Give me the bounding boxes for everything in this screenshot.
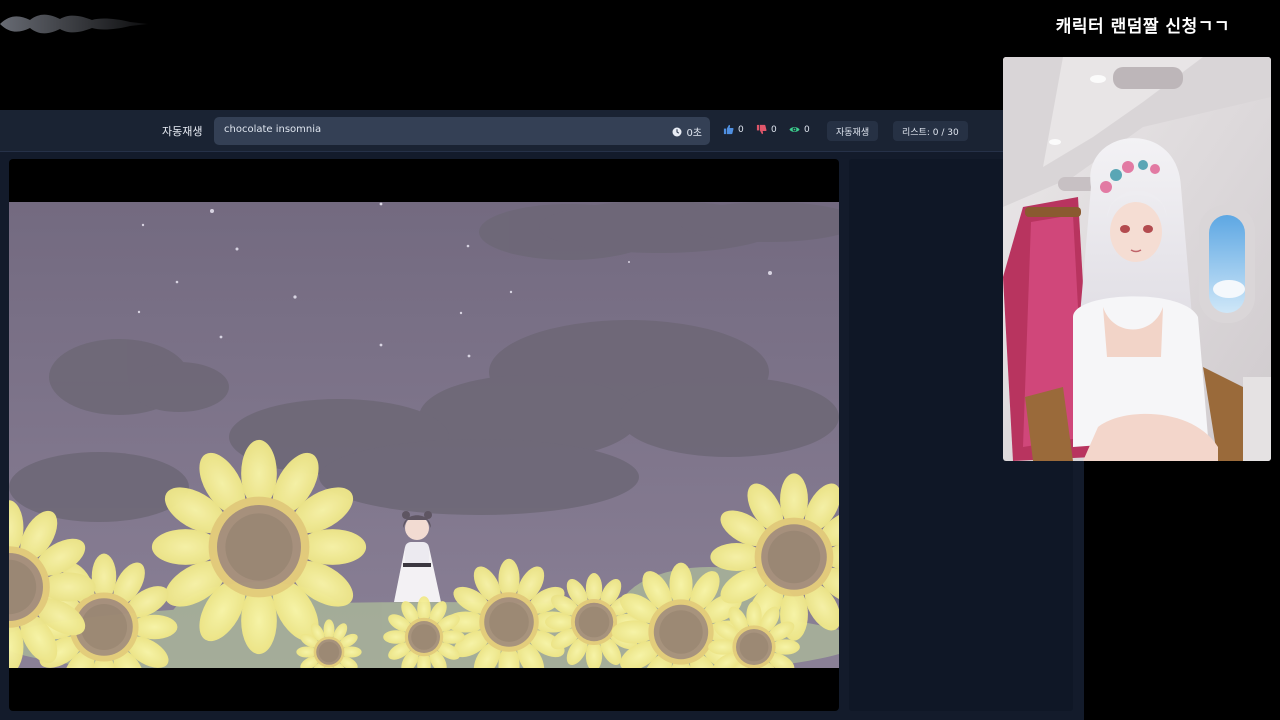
- thumbs-down-icon[interactable]: [756, 124, 767, 135]
- dislike-counter[interactable]: 0: [756, 124, 777, 135]
- video-player[interactable]: [9, 159, 839, 711]
- thumbs-up-icon[interactable]: [723, 124, 734, 135]
- like-count: 0: [738, 124, 744, 135]
- playlist-counter[interactable]: 리스트: 0 / 30: [893, 121, 968, 141]
- duration-value: 0초: [686, 128, 702, 139]
- dislike-count: 0: [771, 124, 777, 135]
- player-toolbar: 자동재생 chocolate insomnia 0초 0 0 0 자동재생 리스…: [0, 110, 1084, 152]
- song-title-input[interactable]: chocolate insomnia: [224, 124, 321, 135]
- screen: 캐릭터 랜덤짤 신청ㄱㄱ 자동재생 chocolate insomnia 0초: [0, 0, 1280, 720]
- duration-display: 0초: [672, 124, 702, 139]
- music-player-app: 자동재생 chocolate insomnia 0초 0 0 0 자동재생 리스…: [0, 110, 1084, 720]
- view-counter: 0: [789, 124, 810, 135]
- video-frame-sunflower-field: [9, 202, 839, 668]
- character-illustration: [1003, 57, 1271, 461]
- view-count: 0: [804, 124, 810, 135]
- audio-waveform: [0, 14, 148, 34]
- autoplay-button[interactable]: 자동재생: [827, 121, 879, 141]
- song-search-bar[interactable]: chocolate insomnia 0초: [214, 117, 710, 145]
- overlay-title: 캐릭터 랜덤짤 신청ㄱㄱ: [1055, 17, 1230, 37]
- eye-icon: [789, 127, 800, 132]
- autoplay-label[interactable]: 자동재생: [162, 123, 202, 139]
- clock-icon: [672, 127, 682, 136]
- like-counter[interactable]: 0: [723, 124, 744, 135]
